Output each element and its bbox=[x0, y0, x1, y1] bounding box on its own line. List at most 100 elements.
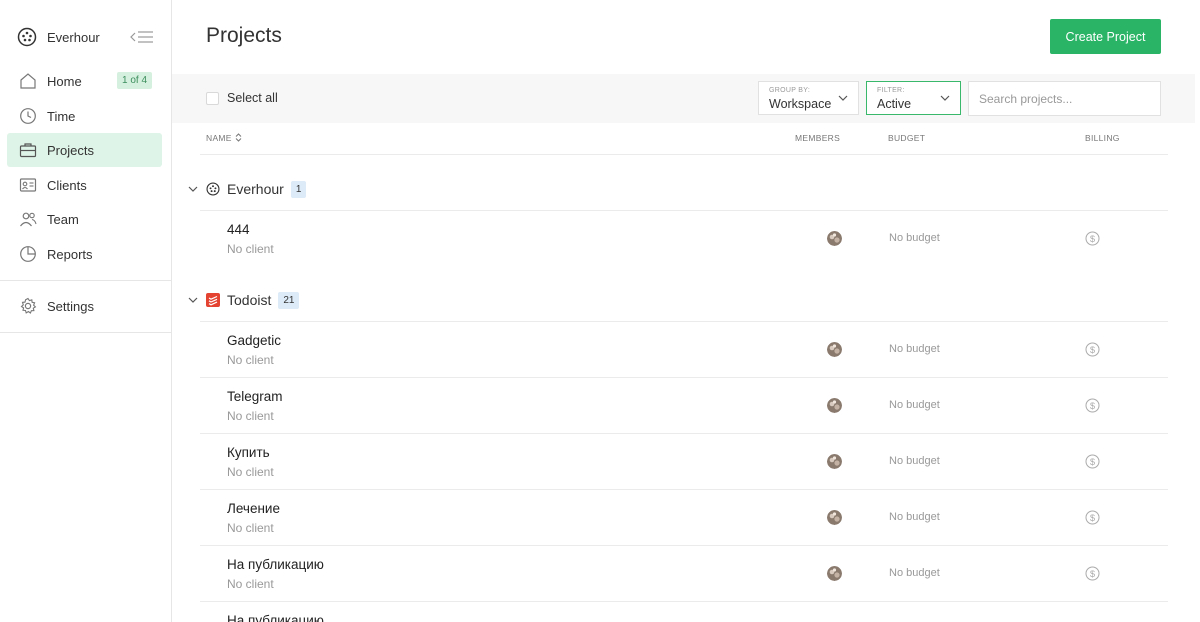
member-avatar[interactable] bbox=[827, 566, 842, 581]
project-row[interactable]: На публикацию bbox=[200, 602, 1168, 622]
sidebar-item-label: Projects bbox=[47, 142, 94, 158]
dollar-icon[interactable]: $ bbox=[1085, 510, 1100, 525]
member-avatar[interactable] bbox=[827, 510, 842, 525]
sidebar-item-home[interactable]: Home 1 of 4 bbox=[7, 64, 162, 98]
select-all-checkbox[interactable] bbox=[206, 91, 219, 105]
project-row[interactable]: 444 No client No budget $ bbox=[200, 211, 1168, 267]
dollar-icon[interactable]: $ bbox=[1085, 231, 1100, 246]
sidebar-item-reports[interactable]: Reports bbox=[7, 237, 162, 271]
chevron-down-icon bbox=[188, 186, 198, 192]
group-by-caption: GROUP BY: bbox=[769, 87, 811, 94]
project-name[interactable]: 444 bbox=[227, 222, 250, 237]
everhour-logo-icon bbox=[206, 182, 220, 196]
project-name[interactable]: На публикацию bbox=[227, 613, 324, 622]
dollar-icon[interactable]: $ bbox=[1085, 566, 1100, 581]
clock-icon bbox=[20, 108, 36, 124]
project-row[interactable]: Купить No client No budget $ bbox=[200, 434, 1168, 490]
project-row[interactable]: Gadgetic No client No budget $ bbox=[200, 322, 1168, 378]
sort-icon bbox=[235, 133, 242, 142]
group-name: Everhour bbox=[227, 181, 284, 197]
gear-icon bbox=[20, 297, 37, 314]
home-icon bbox=[20, 73, 36, 89]
dollar-icon[interactable]: $ bbox=[1085, 398, 1100, 413]
svg-text:$: $ bbox=[1090, 457, 1095, 467]
dollar-icon[interactable]: $ bbox=[1085, 454, 1100, 469]
svg-text:$: $ bbox=[1090, 569, 1095, 579]
page-title: Projects bbox=[206, 24, 282, 47]
project-name[interactable]: Gadgetic bbox=[227, 333, 281, 348]
project-budget: No budget bbox=[889, 399, 940, 411]
project-name[interactable]: На публикацию bbox=[227, 557, 324, 572]
project-client: No client bbox=[227, 465, 274, 479]
project-budget: No budget bbox=[889, 511, 940, 523]
member-avatar[interactable] bbox=[827, 342, 842, 357]
group-header-todoist[interactable]: Todoist 21 bbox=[188, 289, 300, 311]
dollar-icon[interactable]: $ bbox=[1085, 342, 1100, 357]
project-budget: No budget bbox=[889, 567, 940, 579]
column-header-billing: BILLING bbox=[1085, 133, 1120, 143]
sidebar-item-projects[interactable]: Projects bbox=[7, 133, 162, 167]
project-client: No client bbox=[227, 577, 274, 591]
main-content: Projects Create Project Select all GROUP… bbox=[172, 0, 1200, 622]
member-avatar[interactable] bbox=[827, 454, 842, 469]
project-client: No client bbox=[227, 409, 274, 423]
select-all-label: Select all bbox=[227, 91, 278, 105]
everhour-logo-icon bbox=[17, 27, 37, 47]
sidebar: Everhour Home 1 of 4 Time Projects Clien… bbox=[0, 0, 172, 622]
svg-text:$: $ bbox=[1090, 345, 1095, 355]
project-name[interactable]: Лечение bbox=[227, 501, 280, 516]
sidebar-item-settings[interactable]: Settings bbox=[7, 289, 162, 323]
member-avatar[interactable] bbox=[827, 398, 842, 413]
sidebar-item-time[interactable]: Time bbox=[7, 99, 162, 133]
project-client: No client bbox=[227, 242, 274, 256]
todoist-logo-icon bbox=[206, 293, 220, 307]
project-row[interactable]: Telegram No client No budget $ bbox=[200, 378, 1168, 434]
sidebar-divider bbox=[0, 332, 171, 333]
project-client: No client bbox=[227, 353, 274, 367]
group-header-everhour[interactable]: Everhour 1 bbox=[188, 178, 307, 200]
sidebar-item-label: Time bbox=[47, 108, 76, 124]
create-project-button[interactable]: Create Project bbox=[1050, 19, 1161, 54]
filter-dropdown[interactable]: FILTER: Active bbox=[866, 81, 961, 115]
people-icon bbox=[20, 212, 37, 227]
group-count-badge: 21 bbox=[278, 291, 300, 309]
column-header-members: MEMBERS bbox=[795, 133, 841, 143]
project-row[interactable]: На публикацию No client No budget $ bbox=[200, 546, 1168, 602]
column-header-budget: BUDGET bbox=[888, 133, 926, 143]
onboarding-badge: 1 of 4 bbox=[117, 72, 153, 89]
collapse-sidebar-icon[interactable] bbox=[130, 29, 154, 45]
project-budget: No budget bbox=[889, 455, 940, 467]
contact-card-icon bbox=[19, 178, 37, 192]
pie-chart-icon bbox=[20, 246, 36, 262]
project-budget: No budget bbox=[889, 232, 940, 244]
sidebar-item-team[interactable]: Team bbox=[7, 202, 162, 236]
sidebar-divider bbox=[0, 280, 171, 281]
column-header-name[interactable]: NAME bbox=[206, 133, 242, 143]
group-by-value: Workspace bbox=[769, 97, 832, 111]
sidebar-item-label: Reports bbox=[47, 246, 93, 262]
chevron-down-icon bbox=[838, 95, 848, 101]
chevron-down-icon bbox=[940, 95, 950, 101]
project-row[interactable]: Лечение No client No budget $ bbox=[200, 490, 1168, 546]
member-avatar[interactable] bbox=[827, 231, 842, 246]
project-client: No client bbox=[227, 521, 274, 535]
search-projects-input[interactable] bbox=[968, 81, 1161, 116]
header-divider bbox=[200, 154, 1168, 155]
svg-text:$: $ bbox=[1090, 401, 1095, 411]
sidebar-item-label: Settings bbox=[47, 298, 94, 314]
project-budget: No budget bbox=[889, 343, 940, 355]
chevron-down-icon bbox=[188, 297, 198, 303]
sidebar-item-clients[interactable]: Clients bbox=[7, 168, 162, 202]
group-count-badge: 1 bbox=[290, 180, 307, 198]
brand-name: Everhour bbox=[47, 29, 100, 45]
project-name[interactable]: Telegram bbox=[227, 389, 283, 404]
select-all[interactable]: Select all bbox=[206, 91, 278, 105]
svg-text:$: $ bbox=[1090, 513, 1095, 523]
group-name: Todoist bbox=[227, 292, 272, 308]
briefcase-icon bbox=[19, 143, 37, 158]
sidebar-item-label: Team bbox=[47, 211, 79, 227]
filter-caption: FILTER: bbox=[877, 87, 905, 94]
sidebar-item-label: Home bbox=[47, 73, 82, 89]
group-by-dropdown[interactable]: GROUP BY: Workspace bbox=[758, 81, 859, 115]
project-name[interactable]: Купить bbox=[227, 445, 270, 460]
